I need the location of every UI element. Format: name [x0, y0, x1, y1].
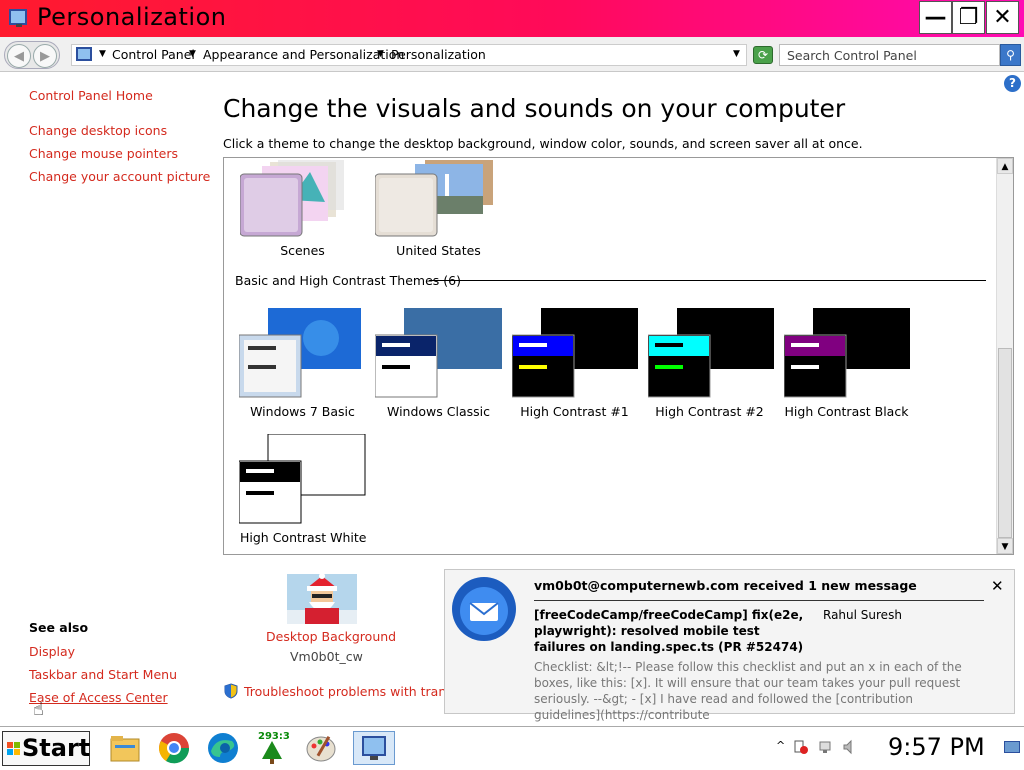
- theme-united-states-label[interactable]: United States: [376, 243, 501, 258]
- windows7-basic-thumbnail-icon: [238, 308, 361, 398]
- thunderbird-icon: [450, 575, 518, 643]
- notification-sender: Rahul Suresh: [823, 608, 902, 622]
- start-button[interactable]: Start: [2, 731, 90, 766]
- basic-themes-group-header: Basic and High Contrast Themes (6): [235, 273, 461, 288]
- high-contrast-black-thumbnail-icon: [783, 308, 910, 398]
- theme-united-states[interactable]: [374, 160, 495, 240]
- network-icon[interactable]: [818, 739, 834, 755]
- scenes-thumbnail-icon: [239, 160, 344, 237]
- control-panel-taskbar-button[interactable]: [353, 731, 395, 765]
- tray-expand-icon[interactable]: ^: [776, 739, 785, 752]
- theme-scenes-label[interactable]: Scenes: [240, 243, 365, 258]
- control-panel-home-link[interactable]: Control Panel Home: [29, 88, 153, 103]
- united-states-thumbnail-icon: [374, 160, 493, 237]
- volume-icon[interactable]: [842, 739, 858, 755]
- taskbar-start-menu-link[interactable]: Taskbar and Start Menu: [29, 667, 177, 682]
- close-button[interactable]: ✕: [986, 1, 1019, 34]
- address-bar: ◀ ▶ ▼ Control Panel ▼ Appearance and Per…: [0, 37, 1024, 72]
- theme-windows-7-basic-label[interactable]: Windows 7 Basic: [240, 404, 365, 419]
- restore-button[interactable]: ❐: [952, 1, 985, 34]
- display-link[interactable]: Display: [29, 644, 75, 659]
- high-contrast-1-thumbnail-icon: [511, 308, 638, 398]
- santa-avatar-icon: [287, 574, 357, 624]
- paint-icon[interactable]: [304, 731, 338, 765]
- windows-classic-thumbnail-icon: [374, 308, 502, 398]
- forward-arrow-icon[interactable]: ▶: [33, 44, 57, 68]
- breadcrumb-personalization[interactable]: Personalization: [391, 47, 486, 62]
- notification-body: Checklist: &lt;!-- Please follow this ch…: [534, 660, 962, 722]
- back-arrow-icon[interactable]: ◀: [7, 44, 31, 68]
- scroll-up-icon[interactable]: ▲: [997, 158, 1013, 174]
- notification-close-icon[interactable]: ✕: [991, 577, 1004, 595]
- file-explorer-icon[interactable]: [108, 731, 142, 765]
- change-account-picture-link[interactable]: Change your account picture: [29, 169, 210, 184]
- breadcrumb[interactable]: ▼ Control Panel ▼ Appearance and Persona…: [71, 44, 747, 66]
- see-also-heading: See also: [29, 620, 89, 635]
- theme-windows-classic-label[interactable]: Windows Classic: [376, 404, 501, 419]
- taskbar: Start 293:3 ^ 9:57 PM: [0, 726, 1024, 768]
- search-input[interactable]: Search Control Panel: [779, 44, 1000, 66]
- scroll-down-icon[interactable]: ▼: [997, 538, 1013, 554]
- windows-flag-icon: [7, 742, 20, 755]
- notification-divider: [534, 600, 984, 601]
- start-label: Start: [22, 734, 91, 762]
- theme-high-contrast-black[interactable]: [783, 308, 912, 400]
- theme-high-contrast-2[interactable]: [647, 308, 776, 400]
- action-center-icon[interactable]: [793, 739, 809, 755]
- dropdown-arrow-icon[interactable]: ▼: [733, 49, 740, 59]
- tree-badge-icon[interactable]: 293:3: [255, 731, 290, 765]
- theme-high-contrast-white-label[interactable]: High Contrast White: [240, 530, 366, 545]
- edge-icon[interactable]: [206, 731, 240, 765]
- scrollbar-thumb[interactable]: [998, 348, 1012, 538]
- title-bar: Personalization — ❐ ✕: [0, 0, 1024, 37]
- ease-of-access-link[interactable]: Ease of Access Center: [29, 690, 168, 705]
- theme-list-scrollbar[interactable]: ▲ ▼: [996, 158, 1013, 554]
- desktop-background-thumbnail[interactable]: [287, 574, 357, 624]
- taskbar-clock[interactable]: 9:57 PM: [888, 733, 985, 761]
- hand-cursor-icon: ☝: [33, 699, 44, 720]
- group-divider: [429, 280, 986, 281]
- breadcrumb-control-panel[interactable]: Control Panel: [112, 47, 195, 62]
- chrome-icon[interactable]: [157, 731, 191, 765]
- thunderbird-notification[interactable]: vm0b0t@computernewb.com received 1 new m…: [444, 569, 1015, 722]
- theme-scenes[interactable]: [239, 160, 350, 240]
- theme-high-contrast-black-label[interactable]: High Contrast Black: [784, 404, 909, 419]
- tray-badge-text: 293:3: [258, 731, 290, 742]
- refresh-icon[interactable]: ⟳: [753, 46, 773, 64]
- chevron-down-icon[interactable]: ▼: [189, 49, 196, 59]
- chevron-down-icon[interactable]: ▼: [99, 49, 106, 59]
- theme-list[interactable]: Scenes United States Basic and High Cont…: [223, 157, 1014, 555]
- theme-high-contrast-2-label[interactable]: High Contrast #2: [647, 404, 772, 419]
- change-mouse-pointers-link[interactable]: Change mouse pointers: [29, 146, 178, 161]
- help-icon[interactable]: ?: [1004, 75, 1021, 92]
- minimize-button[interactable]: —: [919, 1, 952, 34]
- shield-icon: [223, 683, 239, 699]
- theme-high-contrast-1-label[interactable]: High Contrast #1: [512, 404, 637, 419]
- notification-subject: [freeCodeCamp/freeCodeCamp] fix(e2e, pla…: [534, 608, 804, 654]
- search-icon[interactable]: ⚲: [1000, 44, 1021, 66]
- breadcrumb-appearance[interactable]: Appearance and Personalization: [203, 47, 404, 62]
- control-panel-icon: [9, 9, 27, 27]
- window-title: Personalization: [37, 3, 227, 31]
- change-desktop-icons-link[interactable]: Change desktop icons: [29, 123, 167, 138]
- theme-high-contrast-1[interactable]: [511, 308, 640, 400]
- control-panel-small-icon: [76, 47, 92, 61]
- chevron-down-icon[interactable]: ▼: [377, 49, 384, 59]
- notification-title: vm0b0t@computernewb.com received 1 new m…: [534, 578, 917, 593]
- theme-high-contrast-white[interactable]: [238, 433, 367, 526]
- show-desktop-icon[interactable]: [1004, 741, 1020, 753]
- page-subtitle: Click a theme to change the desktop back…: [223, 136, 863, 151]
- desktop-background-value: Vm0b0t_cw: [290, 649, 363, 664]
- high-contrast-2-thumbnail-icon: [647, 308, 774, 398]
- high-contrast-white-thumbnail-icon: [238, 433, 366, 524]
- nav-buttons: ◀ ▶: [4, 41, 60, 69]
- theme-windows-7-basic[interactable]: [238, 308, 362, 400]
- page-title: Change the visuals and sounds on your co…: [223, 94, 846, 123]
- desktop-background-link[interactable]: Desktop Background: [266, 629, 396, 644]
- theme-windows-classic[interactable]: [374, 308, 503, 400]
